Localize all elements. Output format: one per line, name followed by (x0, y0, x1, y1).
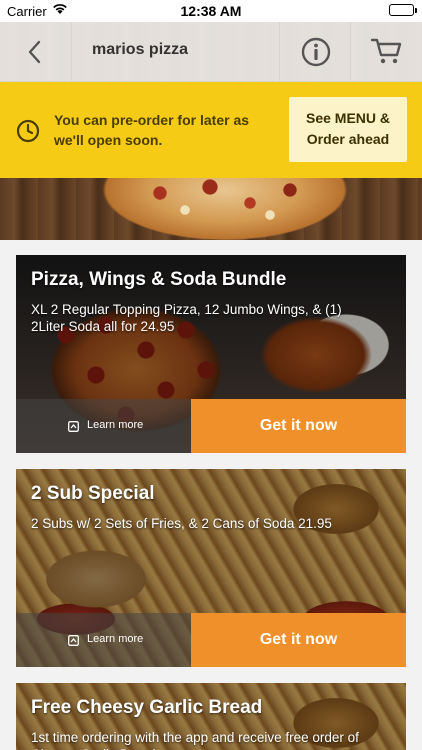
preorder-banner: You can pre-order for later as we'll ope… (0, 82, 422, 178)
deal-card[interactable]: Pizza, Wings & Soda Bundle XL 2 Regular … (16, 255, 406, 453)
learn-more-button[interactable]: Learn more (16, 399, 191, 453)
nav-bar: marios pizza (0, 22, 422, 82)
learn-more-label: Learn more (87, 419, 144, 431)
get-it-now-button[interactable]: Get it now (191, 399, 406, 453)
see-menu-button[interactable]: See MENU & Order ahead (289, 97, 407, 162)
info-icon (301, 37, 331, 67)
clock-icon (16, 119, 40, 143)
battery-icon (389, 4, 417, 16)
expand-icon (68, 635, 79, 646)
deal-title: Free Cheesy Garlic Bread (31, 697, 263, 718)
deal-card[interactable]: Free Cheesy Garlic Bread 1st time orderi… (16, 683, 406, 750)
cart-button[interactable] (351, 22, 422, 82)
deal-description: 1st time ordering with the app and recei… (31, 730, 359, 750)
pizza-toppings (130, 175, 330, 230)
back-button[interactable] (0, 22, 72, 82)
status-bar: Carrier 12:38 AM (0, 0, 422, 22)
learn-more-button[interactable]: Learn more (16, 613, 191, 667)
learn-more-label: Learn more (87, 633, 144, 645)
page-title: marios pizza (92, 41, 189, 58)
info-button[interactable] (279, 22, 351, 82)
expand-icon (68, 421, 79, 432)
deal-description: 2 Subs w/ 2 Sets of Fries, & 2 Cans of S… (31, 516, 332, 531)
chevron-left-icon (28, 40, 41, 64)
deals-feed: Pizza, Wings & Soda Bundle XL 2 Regular … (0, 240, 422, 750)
deal-title: 2 Sub Special (31, 483, 155, 504)
cart-icon (371, 38, 402, 64)
deal-title: Pizza, Wings & Soda Bundle (31, 269, 287, 290)
preorder-message: You can pre-order for later as we'll ope… (54, 112, 250, 148)
get-it-now-button[interactable]: Get it now (191, 613, 406, 667)
deal-card[interactable]: 2 Sub Special 2 Subs w/ 2 Sets of Fries,… (16, 469, 406, 667)
deal-description: XL 2 Regular Topping Pizza, 12 Jumbo Win… (31, 302, 342, 334)
clock-time: 12:38 AM (180, 3, 242, 19)
